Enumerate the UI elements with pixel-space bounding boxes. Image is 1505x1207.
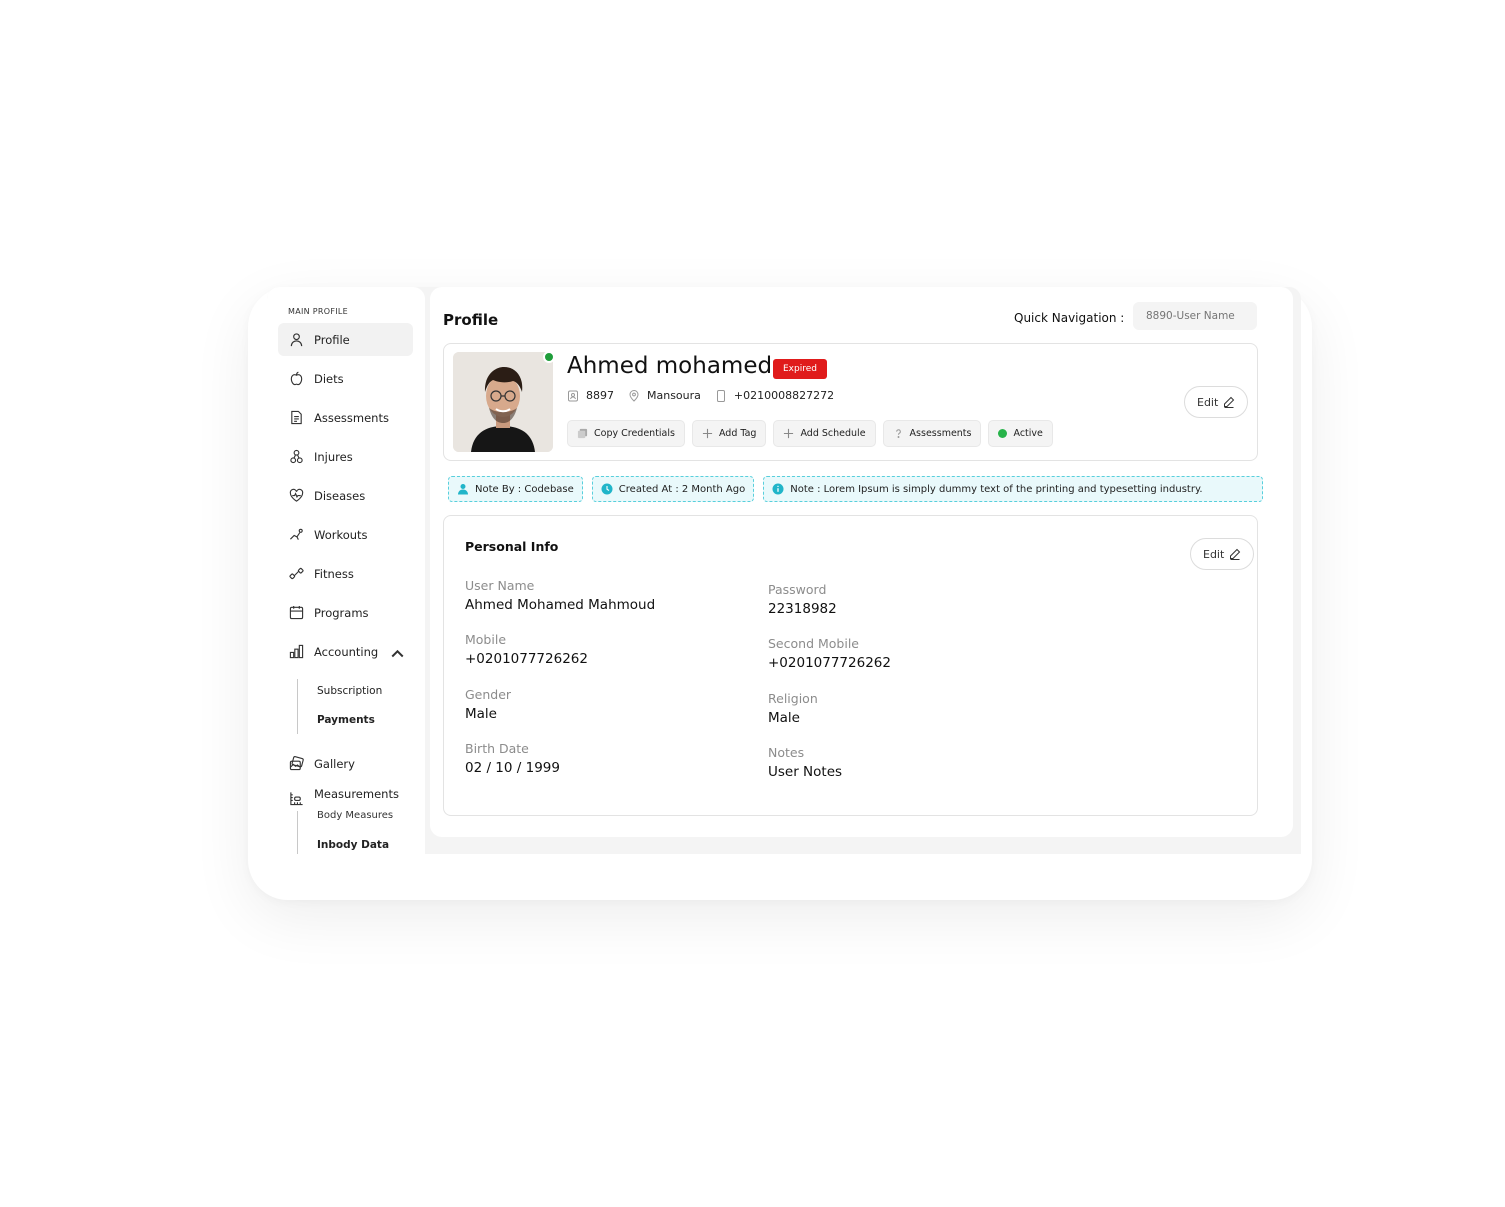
sidebar-item-label: Measurements: [314, 787, 399, 801]
field-birth-date: Birth Date 02 / 10 / 1999: [465, 741, 560, 776]
personal-info-title: Personal Info: [465, 539, 559, 554]
copy-credentials-button[interactable]: Copy Credentials: [567, 420, 685, 447]
plus-icon: [702, 428, 713, 439]
created-at-tag: Created At : 2 Month Ago: [591, 476, 755, 502]
note-tag: Note : Lorem Ipsum is simply dummy text …: [763, 476, 1264, 502]
edit-personal-info-button[interactable]: Edit: [1190, 538, 1255, 570]
profile-meta: 8897 Mansoura +0210008827272: [567, 389, 848, 402]
sidebar-item-programs[interactable]: Programs: [278, 596, 413, 629]
add-tag-button[interactable]: Add Tag: [691, 420, 767, 447]
info-icon: [772, 483, 784, 495]
profile-card: Ahmed mohamed Expired 8897 Mansoura +021…: [443, 343, 1258, 461]
status-badge: Expired: [773, 359, 827, 379]
sidebar-subitem-body-measures[interactable]: Body Measures: [317, 810, 393, 821]
sidebar-item-profile[interactable]: Profile: [278, 323, 413, 356]
active-status-toggle[interactable]: Active: [988, 420, 1053, 447]
assessments-button[interactable]: Assessments: [882, 420, 982, 447]
field-notes: Notes User Notes: [768, 745, 843, 780]
dumbbell-icon: [289, 567, 304, 580]
apple-icon: [290, 371, 303, 386]
question-mark-icon: [895, 429, 901, 438]
heart-pulse-icon: [289, 488, 304, 502]
sidebar-subitem-subscription[interactable]: Subscription: [317, 685, 382, 697]
edit-profile-button[interactable]: Edit: [1184, 386, 1249, 418]
sidebar-item-label: Diets: [314, 371, 344, 386]
sidebar: MAIN PROFILE Profile Diets Assessments I…: [267, 287, 425, 854]
copy-icon: [577, 428, 588, 439]
profile-id: 8897: [586, 389, 614, 402]
pencil-icon: [1224, 396, 1235, 408]
submenu-line: [297, 811, 298, 854]
sidebar-item-diseases[interactable]: Diseases: [278, 479, 413, 512]
mobile-phone-icon: [716, 389, 725, 402]
field-mobile: Mobile +0201077726262: [465, 632, 588, 667]
sidebar-item-label: Workouts: [314, 527, 368, 542]
user-icon: [290, 333, 303, 347]
plus-icon: [784, 428, 794, 439]
app-screen: MAIN PROFILE Profile Diets Assessments I…: [267, 287, 1301, 854]
chevron-up-icon[interactable]: [390, 646, 405, 661]
document-icon: [291, 410, 302, 425]
profile-name: Ahmed mohamed: [567, 353, 773, 379]
note-by-tag: Note By : Codebase: [448, 476, 583, 502]
sidebar-item-label: Injures: [314, 449, 353, 464]
quick-navigation-input[interactable]: [1133, 302, 1257, 330]
sidebar-item-gallery[interactable]: Gallery: [278, 747, 413, 780]
sidebar-item-workouts[interactable]: Workouts: [278, 518, 413, 551]
sidebar-item-injures[interactable]: Injures: [278, 440, 413, 473]
field-second-mobile: Second Mobile +0201077726262: [768, 636, 891, 671]
field-religion: Religion Male: [768, 691, 818, 726]
notes-row: Note By : Codebase Created At : 2 Month …: [448, 476, 1264, 502]
location-pin-icon: [629, 389, 639, 402]
add-schedule-button[interactable]: Add Schedule: [773, 420, 876, 447]
bandage-icon: [290, 449, 303, 464]
profile-actions: Copy Credentials Add Tag Add Schedule As…: [567, 420, 1053, 447]
sidebar-item-label: Profile: [314, 332, 350, 347]
online-status-dot: [543, 351, 555, 363]
ruler-icon: [290, 792, 303, 806]
field-user-name: User Name Ahmed Mohamed Mahmoud: [465, 578, 656, 613]
profile-phone: +0210008827272: [733, 389, 835, 402]
page-title: Profile: [443, 311, 499, 329]
sidebar-item-accounting[interactable]: Accounting: [278, 635, 413, 668]
bar-chart-icon: [289, 644, 304, 659]
pencil-icon: [1230, 548, 1241, 560]
calendar-icon: [289, 605, 304, 620]
sidebar-item-label: Assessments: [314, 410, 389, 425]
personal-info-card: Personal Info Edit User Name Ahmed Moham…: [443, 515, 1258, 816]
quick-navigation-label: Quick Navigation :: [1014, 311, 1125, 325]
profile-city: Mansoura: [647, 389, 701, 402]
sidebar-item-measurements[interactable]: Measurements: [278, 787, 413, 827]
workout-icon: [290, 528, 303, 540]
sidebar-subitem-inbody-data[interactable]: Inbody Data: [317, 839, 389, 851]
user-icon: [458, 484, 468, 495]
id-badge-icon: [568, 390, 578, 401]
sidebar-item-fitness[interactable]: Fitness: [278, 557, 413, 590]
field-password: Password 22318982: [768, 582, 837, 617]
sidebar-item-label: Fitness: [314, 566, 354, 581]
sidebar-subitem-payments[interactable]: Payments: [317, 714, 375, 726]
sidebar-section-title: MAIN PROFILE: [288, 307, 349, 316]
sidebar-item-label: Gallery: [314, 756, 355, 771]
avatar: [453, 352, 553, 452]
field-gender: Gender Male: [465, 687, 512, 722]
sidebar-item-label: Accounting: [314, 644, 379, 659]
sidebar-item-diets[interactable]: Diets: [278, 362, 413, 395]
sidebar-item-assessments[interactable]: Assessments: [278, 401, 413, 434]
main-panel: Profile Quick Navigation : 8890-User Nam…: [430, 287, 1293, 837]
sidebar-item-label: Programs: [314, 605, 369, 620]
active-dot-icon: [998, 429, 1008, 438]
clock-icon: [601, 483, 613, 495]
avatar-photo: [453, 352, 553, 452]
submenu-line: [297, 679, 298, 734]
gallery-icon: [289, 756, 304, 771]
sidebar-item-label: Diseases: [314, 488, 366, 503]
